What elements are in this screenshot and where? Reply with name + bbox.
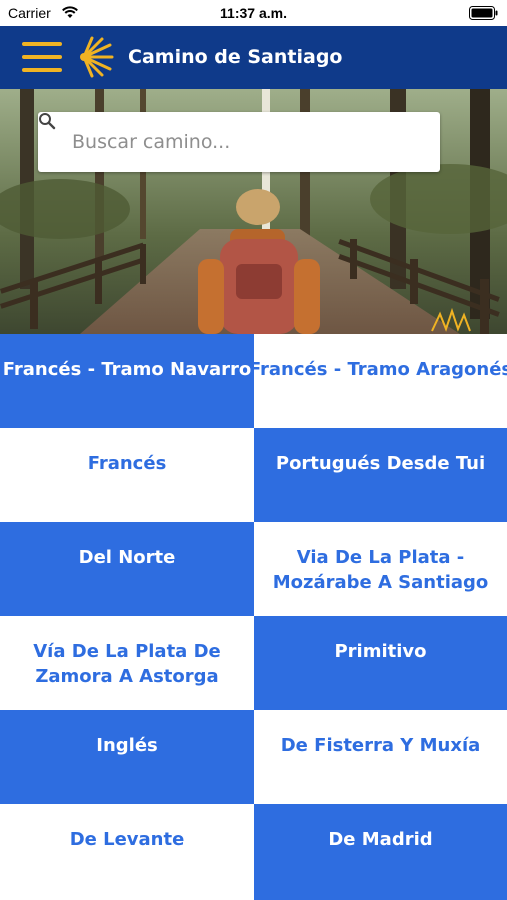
route-label: Del Norte [78,547,176,568]
route-label: De Fisterra Y Muxía [280,735,481,756]
route-tile-primitivo[interactable]: Primitivo [254,616,507,710]
hamburger-menu-icon[interactable] [22,40,62,74]
route-label: Primitivo [334,641,427,662]
route-label: De Madrid [328,829,433,850]
route-tile-via-de-la-plata-zamora-astorga[interactable]: Vía De La Plata De Zamora A Astorga [0,616,254,710]
route-tile-frances[interactable]: Francés [0,428,254,522]
route-label: Francés [87,453,167,474]
scallop-shell-icon [80,36,114,78]
route-tile-portugues-desde-tui[interactable]: Portugués Desde Tui [254,428,507,522]
route-tile-de-levante[interactable]: De Levante [0,804,254,900]
route-label: Francés - Tramo Navarro [2,359,252,380]
route-label: De Levante [69,829,185,850]
route-label: Portugués Desde Tui [275,453,486,474]
route-label: Inglés [96,735,158,756]
route-tile-de-fisterra-y-muxia[interactable]: De Fisterra Y Muxía [254,710,507,804]
route-label: Francés - Tramo Aragonés [254,359,507,380]
route-label: Vía De La Plata De Zamora A Astorga [33,641,221,687]
app-title: Camino de Santiago [128,46,343,68]
route-tile-del-norte[interactable]: Del Norte [0,522,254,616]
status-bar: Carrier 11:37 a.m. [0,0,507,26]
clock-time: 11:37 a.m. [220,5,287,21]
route-tile-via-de-la-plata-mozarabe[interactable]: Via De La Plata - Mozárabe A Santiago [254,522,507,616]
hero-banner [0,89,507,334]
search-icon [39,113,56,130]
nav-bar: Camino de Santiago [0,26,507,89]
search-input[interactable] [72,124,427,160]
route-tile-ingles[interactable]: Inglés [0,710,254,804]
route-tile-frances-tramo-aragones[interactable]: Francés - Tramo Aragonés [254,334,507,428]
route-tile-frances-tramo-navarro[interactable]: Francés - Tramo Navarro [0,334,254,428]
route-label: Via De La Plata - Mozárabe A Santiago [272,547,489,593]
route-grid: Francés - Tramo Navarro Francés - Tramo … [0,334,507,900]
battery-icon [469,6,498,20]
search-bar[interactable] [38,112,440,172]
route-tile-de-madrid[interactable]: De Madrid [254,804,507,900]
